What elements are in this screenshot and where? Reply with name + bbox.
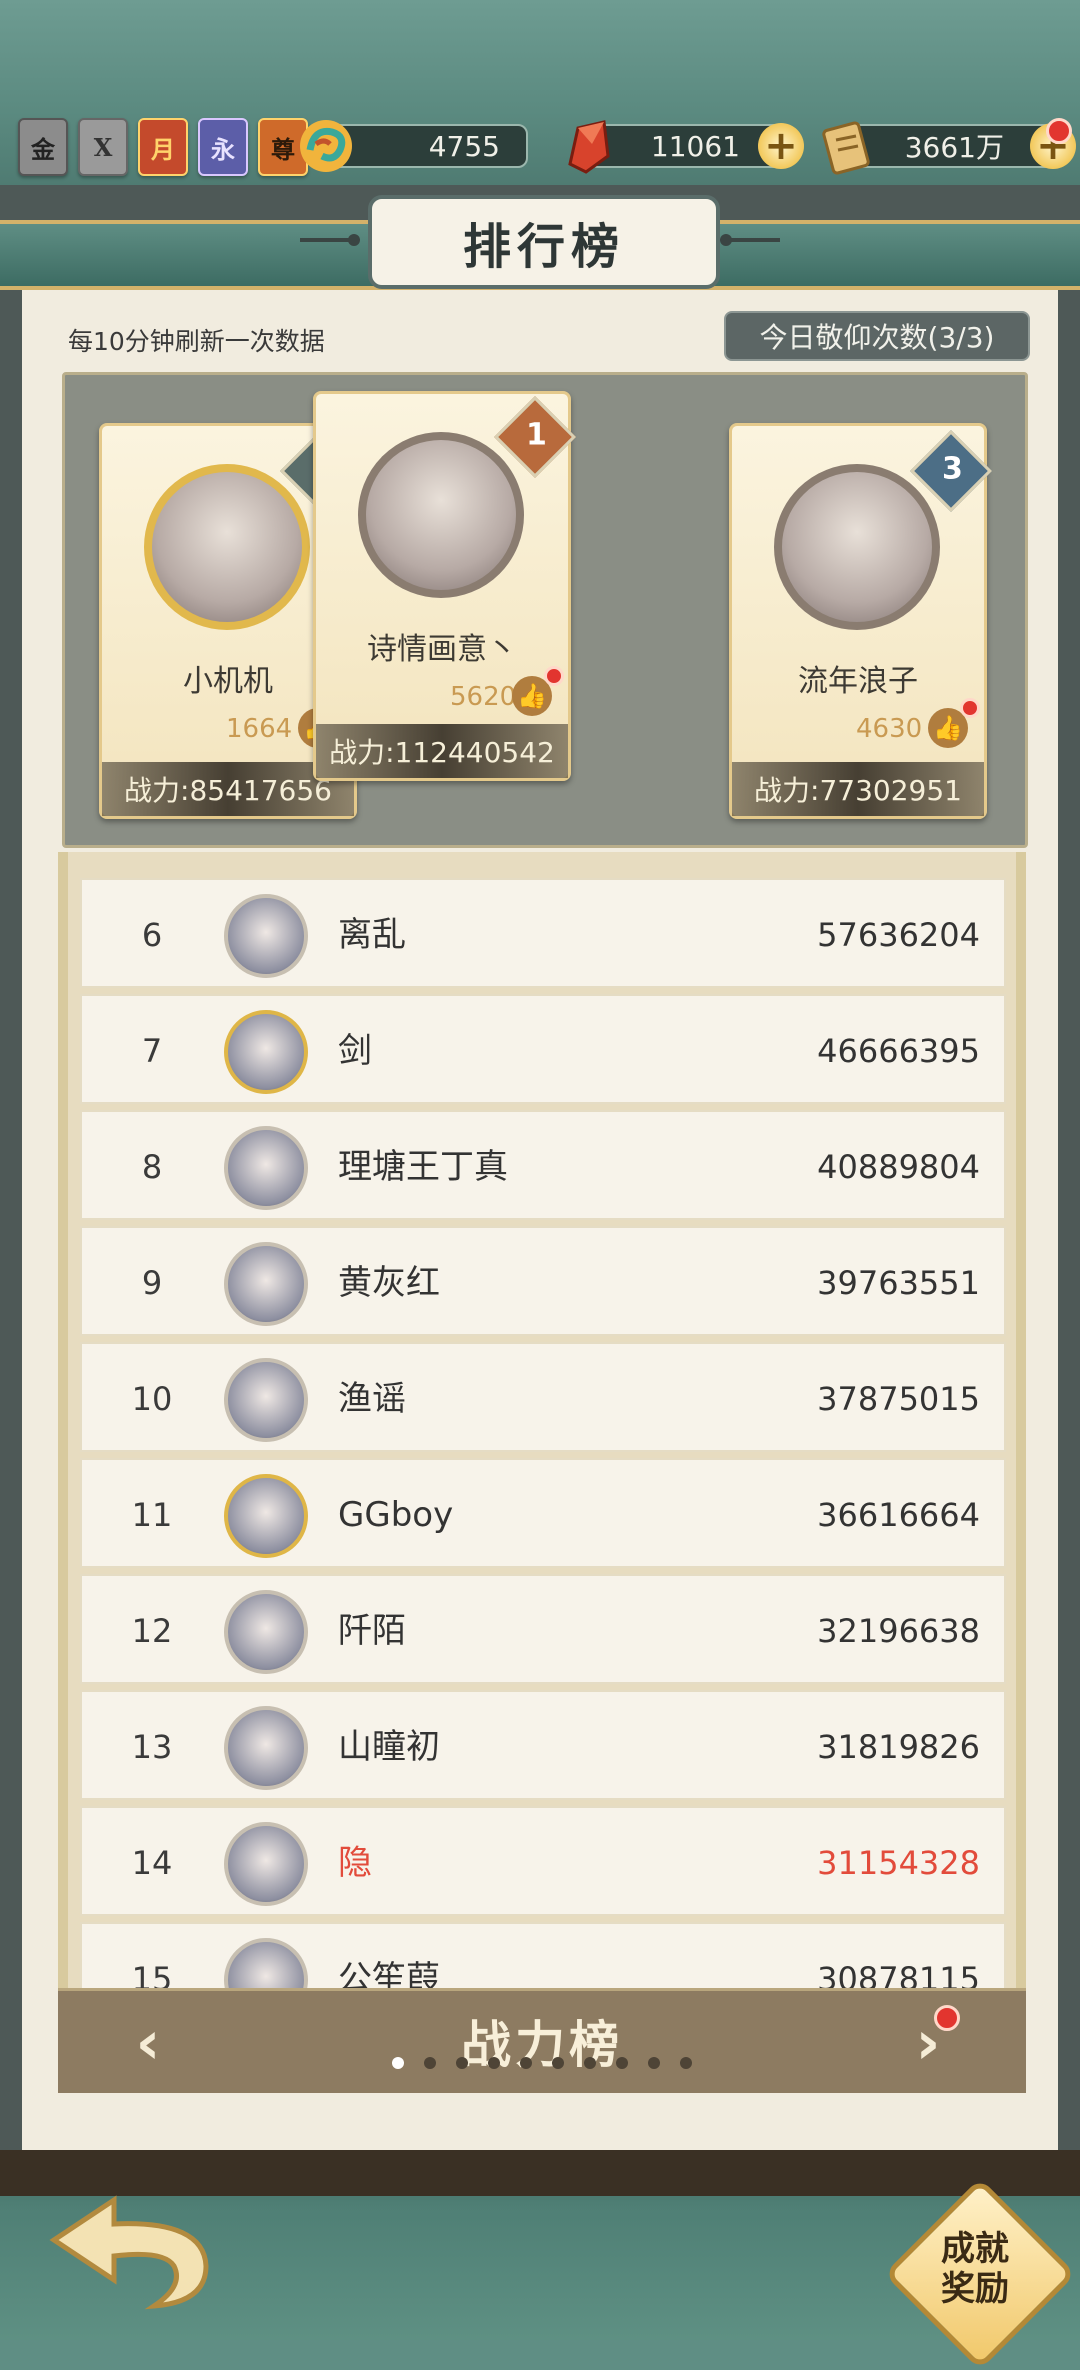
page-dot[interactable] [680, 2057, 692, 2069]
refresh-note: 每10分钟刷新一次数据 [68, 327, 325, 356]
rank-number: 10 [131, 1380, 173, 1418]
gem-add-button[interactable]: + [758, 123, 804, 169]
player-name: 诗情画意丶 [367, 632, 517, 667]
back-arrow-icon[interactable] [34, 2190, 234, 2310]
achievement-reward-label[interactable]: 成就 奖励 [912, 2206, 1038, 2332]
power-value: 46666395 [817, 1032, 980, 1070]
player-name: 隐 [338, 1843, 372, 1883]
page-dot[interactable] [488, 2057, 500, 2069]
next-board-red-dot [934, 2005, 960, 2031]
page-dot[interactable] [392, 2057, 404, 2069]
page-dot[interactable] [456, 2057, 468, 2069]
podium-card-rank-1[interactable]: 1 诗情画意丶 5620 👍 战力:112440542 [313, 391, 577, 781]
page-dot[interactable] [648, 2057, 660, 2069]
page-dot[interactable] [584, 2057, 596, 2069]
player-name: 阡陌 [338, 1611, 406, 1651]
badge-gold[interactable]: 金 [18, 118, 68, 176]
player-name: 黄灰红 [338, 1263, 440, 1303]
page-dot[interactable] [616, 2057, 628, 2069]
player-name: 山瞳初 [338, 1727, 440, 1767]
player-name: 剑 [338, 1031, 372, 1071]
rank-number: 8 [141, 1148, 163, 1186]
badge-x[interactable]: X [78, 118, 128, 176]
rank-number: 9 [141, 1264, 163, 1302]
table-row[interactable]: 10 渔谣 37875015 [80, 1342, 1006, 1452]
avatar[interactable] [224, 1474, 308, 1558]
avatar[interactable] [224, 1822, 308, 1906]
page-dot[interactable] [424, 2057, 436, 2069]
power-value: 31154328 [817, 1844, 980, 1882]
player-name: GGboy [338, 1495, 454, 1535]
player-name: 公笙葭 [338, 1959, 440, 1988]
page-dot[interactable] [520, 2057, 532, 2069]
table-row[interactable]: 9 黄灰红 39763551 [80, 1226, 1006, 1336]
power-value: 30878115 [817, 1960, 980, 1988]
table-row[interactable]: 8 理塘王丁真 40889804 [80, 1110, 1006, 1220]
avatar[interactable] [224, 1706, 308, 1790]
top3-podium: 2 小机机 1664 👍 战力:85417656 1 诗情画意丶 5620 👍 … [62, 372, 1028, 848]
rank-number: 11 [131, 1496, 173, 1534]
avatar[interactable] [774, 464, 940, 630]
scroll-icon [822, 121, 870, 175]
power-label: 战力:77302951 [732, 762, 984, 816]
like-count: 4630 [856, 714, 923, 744]
avatar[interactable] [224, 1938, 308, 1988]
page-indicator [58, 2057, 1026, 2069]
avatar[interactable] [224, 1590, 308, 1674]
table-row[interactable]: 13 山瞳初 31819826 [80, 1690, 1006, 1800]
page-title: 排行榜 [368, 195, 720, 289]
power-value: 37875015 [817, 1380, 980, 1418]
avatar[interactable] [224, 1010, 308, 1094]
table-row[interactable]: 15 公笙葭 30878115 [80, 1922, 1006, 1988]
power-value: 36616664 [817, 1496, 980, 1534]
right-ornament-icon [720, 234, 780, 246]
avatar[interactable] [224, 1242, 308, 1326]
rank-number: 12 [131, 1612, 173, 1650]
like-red-dot [960, 698, 980, 718]
power-value: 40889804 [817, 1148, 980, 1186]
like-count: 1664 [226, 714, 293, 744]
avatar[interactable] [224, 1126, 308, 1210]
avatar[interactable] [358, 432, 524, 598]
power-value: 32196638 [817, 1612, 980, 1650]
table-row[interactable]: 11 GGboy 36616664 [80, 1458, 1006, 1568]
power-label: 战力:112440542 [316, 724, 568, 778]
table-row[interactable]: 12 阡陌 32196638 [80, 1574, 1006, 1684]
rank-number: 13 [131, 1728, 173, 1766]
avatar[interactable] [144, 464, 310, 630]
vip-badges: 金 X 月 永 尊 [18, 118, 308, 176]
player-name: 流年浪子 [798, 664, 918, 699]
ranking-list[interactable]: 6 离乱 57636204 7 剑 46666395 8 理塘王丁真 40889… [58, 852, 1026, 1988]
player-name: 渔谣 [338, 1379, 406, 1419]
rank-number: 6 [141, 916, 163, 954]
power-value: 57636204 [817, 916, 980, 954]
table-row[interactable]: 7 剑 46666395 [80, 994, 1006, 1104]
jade-swirl-icon [300, 120, 352, 172]
like-count: 5620 [450, 682, 517, 712]
podium-card-rank-3[interactable]: 3 流年浪子 4630 👍 战力:77302951 [729, 423, 993, 819]
rank-number: 7 [141, 1032, 163, 1070]
player-name: 离乱 [338, 915, 406, 955]
table-row-current-player[interactable]: 14 隐 31154328 [80, 1806, 1006, 1916]
red-gem-icon [568, 120, 610, 174]
like-red-dot [544, 666, 564, 686]
power-value: 39763551 [817, 1264, 980, 1302]
avatar[interactable] [224, 894, 308, 978]
leaderboard-tab-bar: ‹ 战力榜 › [58, 1988, 1026, 2093]
badge-month[interactable]: 月 [138, 118, 188, 176]
table-row[interactable]: 6 离乱 57636204 [80, 878, 1006, 988]
scroll-red-dot [1046, 118, 1072, 144]
rank-number: 14 [131, 1844, 173, 1882]
rank-number: 15 [131, 1960, 173, 1988]
power-value: 31819826 [817, 1728, 980, 1766]
avatar[interactable] [224, 1358, 308, 1442]
worship-count-button[interactable]: 今日敬仰次数(3/3) [724, 311, 1030, 361]
badge-forever[interactable]: 永 [198, 118, 248, 176]
left-ornament-icon [300, 234, 360, 246]
player-name: 理塘王丁真 [338, 1147, 508, 1187]
page-dot[interactable] [552, 2057, 564, 2069]
